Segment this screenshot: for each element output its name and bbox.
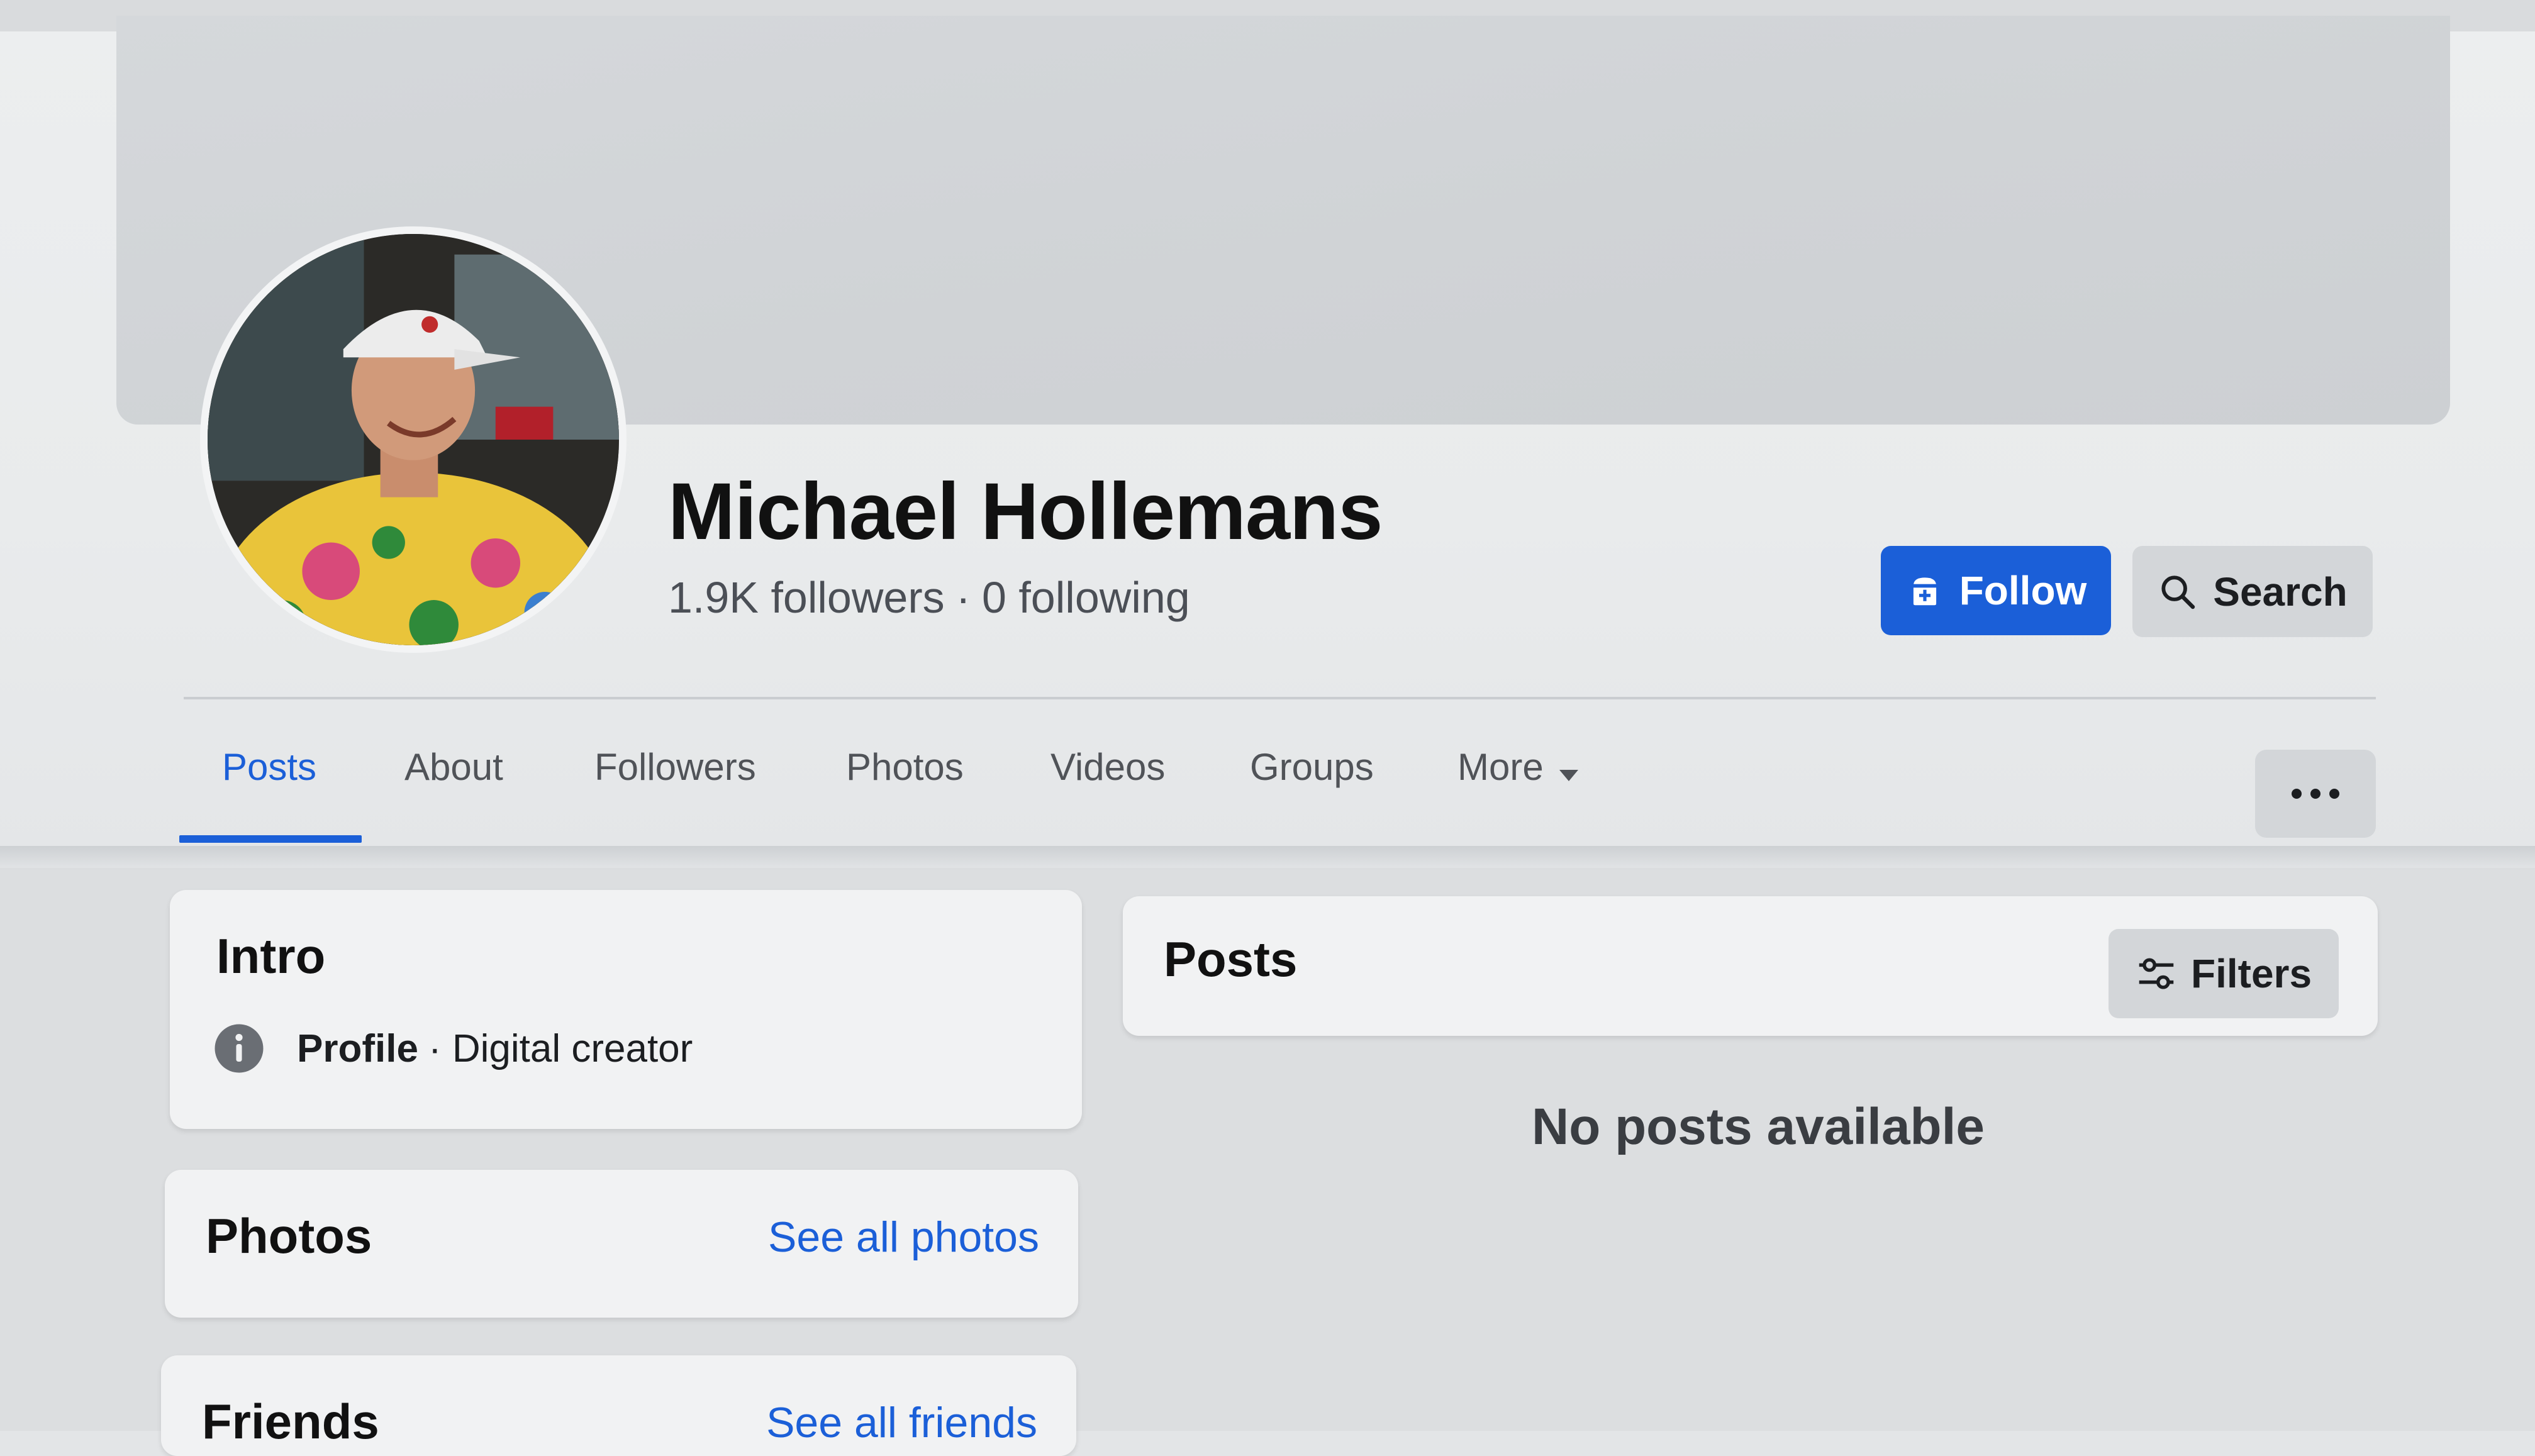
intro-title: Intro	[216, 928, 326, 984]
ellipsis-icon	[2292, 789, 2302, 799]
tab-about[interactable]: About	[404, 745, 503, 789]
profile-name: Michael Hollemans	[668, 467, 1383, 557]
posts-card: Posts Filters	[1123, 896, 2378, 1036]
see-all-photos-link[interactable]: See all photos	[768, 1213, 1039, 1262]
stats-separator: ·	[956, 573, 971, 622]
posts-title: Posts	[1164, 931, 1298, 987]
tab-photos[interactable]: Photos	[846, 745, 964, 789]
profile-avatar[interactable]	[200, 226, 627, 653]
tab-followers[interactable]: Followers	[594, 745, 756, 789]
header-divider	[184, 697, 2376, 699]
intro-category-value: Digital creator	[452, 1026, 693, 1070]
intro-category-label: Profile	[297, 1026, 418, 1070]
followers-count[interactable]: 1.9K followers	[668, 573, 945, 622]
follow-stats: 1.9K followers · 0 following	[668, 572, 1190, 623]
filters-label: Filters	[2190, 951, 2312, 996]
following-count[interactable]: 0 following	[982, 573, 1190, 622]
filters-button[interactable]: Filters	[2109, 929, 2339, 1018]
photos-card: Photos See all photos	[165, 1170, 1078, 1318]
intro-category-row: Profile · Digital creator	[213, 1022, 693, 1075]
tab-videos[interactable]: Videos	[1050, 745, 1165, 789]
tab-more[interactable]: More	[1457, 745, 1580, 792]
sliders-icon	[2136, 955, 2177, 992]
tabs-shadow	[0, 846, 2535, 871]
tab-groups[interactable]: Groups	[1250, 745, 1374, 789]
tab-posts[interactable]: Posts	[222, 745, 316, 789]
active-tab-indicator	[179, 835, 362, 843]
search-icon	[2158, 572, 2198, 612]
friends-card: Friends See all friends	[161, 1355, 1076, 1456]
follow-add-icon	[1905, 571, 1944, 610]
profile-more-button[interactable]	[2255, 750, 2376, 838]
profile-tabs: Posts About Followers Photos Videos Grou…	[179, 733, 2255, 846]
intro-category-separator: ·	[428, 1026, 442, 1070]
follow-button[interactable]: Follow	[1881, 546, 2111, 635]
ellipsis-icon	[2310, 789, 2320, 799]
ellipsis-icon	[2329, 789, 2339, 799]
follow-label: Follow	[1959, 568, 2087, 613]
info-icon	[213, 1022, 265, 1075]
see-all-friends-link[interactable]: See all friends	[766, 1398, 1037, 1447]
search-button[interactable]: Search	[2132, 546, 2373, 637]
caret-down-icon	[1557, 748, 1580, 792]
search-label: Search	[2213, 569, 2348, 614]
friends-title: Friends	[202, 1394, 379, 1449]
tab-more-label: More	[1457, 746, 1544, 788]
intro-card: Intro Profile · Digital creator	[170, 890, 1082, 1129]
photos-title: Photos	[206, 1208, 372, 1264]
no-posts-message: No posts available	[1532, 1098, 1985, 1155]
